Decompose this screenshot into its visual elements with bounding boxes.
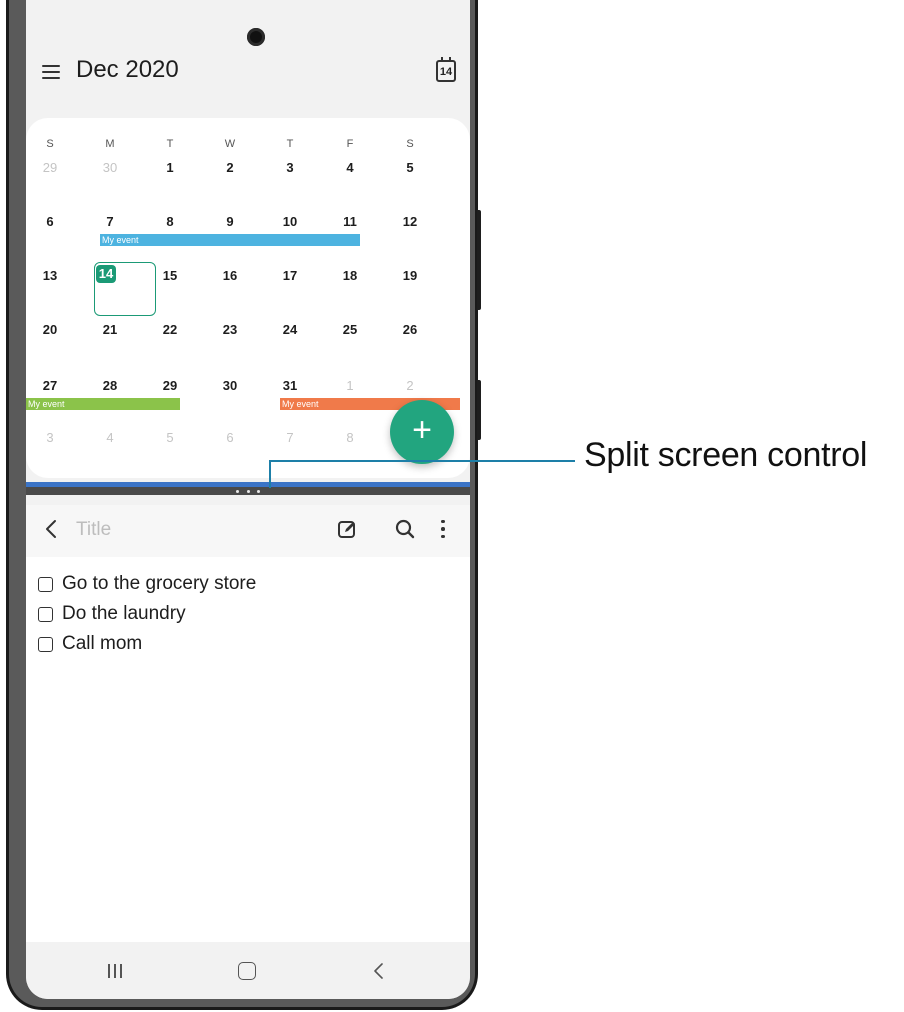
day-cell[interactable]: 10 — [270, 214, 310, 229]
day-cell[interactable]: 5 — [150, 430, 190, 445]
notes-toolbar — [26, 505, 470, 557]
day-cell[interactable]: 6 — [210, 430, 250, 445]
checkbox[interactable] — [38, 636, 53, 652]
day-cell[interactable]: 4 — [90, 430, 130, 445]
checklist-item[interactable]: Go to the grocery store — [38, 571, 256, 597]
day-cell[interactable]: 18 — [330, 268, 370, 283]
day-cell[interactable]: 1 — [330, 378, 370, 393]
day-cell[interactable]: 9 — [210, 214, 250, 229]
month-title[interactable]: Dec 2020 — [76, 56, 179, 84]
checklist-item-label[interactable]: Go to the grocery store — [62, 573, 256, 595]
day-cell[interactable]: 2 — [210, 160, 250, 175]
nav-back-icon[interactable] — [370, 960, 388, 982]
day-of-week-label: W — [224, 138, 236, 150]
edit-icon[interactable] — [336, 518, 358, 540]
day-cell[interactable]: 16 — [210, 268, 250, 283]
more-options-icon[interactable] — [438, 518, 448, 540]
checklist-item[interactable]: Do the laundry — [38, 601, 186, 627]
event-bar[interactable]: My event — [26, 398, 180, 410]
day-cell[interactable]: 28 — [90, 378, 130, 393]
day-cell[interactable]: 2 — [390, 378, 430, 393]
day-cell[interactable]: 22 — [150, 322, 190, 337]
calendar-header: Dec 2020 14 — [26, 52, 470, 96]
day-cell[interactable]: 6 — [30, 214, 70, 229]
checkbox[interactable] — [38, 606, 53, 622]
day-cell[interactable]: 30 — [210, 378, 250, 393]
front-camera — [247, 28, 265, 46]
week-row: 29 30 1 2 3 4 5 — [26, 160, 470, 214]
day-cell[interactable]: 7 — [90, 214, 130, 229]
split-screen-handle[interactable] — [233, 489, 263, 493]
callout-line-vertical — [269, 460, 271, 488]
day-cell[interactable]: 3 — [270, 160, 310, 175]
note-title-input[interactable] — [76, 517, 296, 543]
day-cell[interactable]: 29 — [30, 160, 70, 175]
navigation-bar — [26, 942, 470, 999]
day-cell[interactable]: 29 — [150, 378, 190, 393]
menu-icon[interactable] — [40, 62, 62, 82]
phone-screen: Dec 2020 14 SMTWTFS 14 29 30 1 2 3 4 5 6 7 8 9 10 11… — [26, 0, 470, 999]
day-of-week-label: T — [286, 138, 294, 150]
day-cell[interactable]: 23 — [210, 322, 250, 337]
day-of-week-label: S — [406, 138, 414, 150]
callout-line-horizontal — [269, 460, 575, 462]
day-cell[interactable]: 13 — [30, 268, 70, 283]
day-of-week-label: F — [346, 138, 354, 150]
day-of-week-label: T — [166, 138, 174, 150]
day-of-week-label: S — [46, 138, 54, 150]
week-row: 13 15 16 17 18 19 — [26, 268, 470, 322]
day-cell[interactable]: 26 — [390, 322, 430, 337]
week-row: 20 21 22 23 24 25 26 — [26, 322, 470, 376]
day-cell[interactable]: 21 — [90, 322, 130, 337]
day-of-week-row: SMTWTFS — [26, 138, 470, 154]
checklist-item[interactable]: Call mom — [38, 631, 142, 657]
day-cell[interactable]: 20 — [30, 322, 70, 337]
day-cell[interactable]: 3 — [30, 430, 70, 445]
day-cell[interactable]: 24 — [270, 322, 310, 337]
power-button — [477, 380, 481, 440]
home-icon[interactable] — [238, 962, 256, 980]
search-icon[interactable] — [394, 518, 416, 540]
recents-icon[interactable] — [108, 964, 122, 978]
day-cell[interactable]: 8 — [330, 430, 370, 445]
day-cell[interactable]: 5 — [390, 160, 430, 175]
day-cell[interactable]: 1 — [150, 160, 190, 175]
day-cell[interactable]: 25 — [330, 322, 370, 337]
note-body[interactable]: Go to the grocery store Do the laundry Cal… — [26, 557, 470, 942]
day-cell[interactable]: 8 — [150, 214, 190, 229]
day-of-week-label: M — [105, 138, 115, 150]
day-cell[interactable]: 15 — [150, 268, 190, 283]
day-cell[interactable]: 31 — [270, 378, 310, 393]
add-event-button[interactable]: + — [390, 400, 454, 464]
day-cell[interactable]: 7 — [270, 430, 310, 445]
day-cell[interactable]: 30 — [90, 160, 130, 175]
day-cell[interactable]: 12 — [390, 214, 430, 229]
day-cell[interactable]: 4 — [330, 160, 370, 175]
checklist-item-label[interactable]: Do the laundry — [62, 603, 186, 625]
day-cell[interactable]: 27 — [30, 378, 70, 393]
checkbox[interactable] — [38, 576, 53, 592]
volume-button — [477, 210, 481, 310]
day-cell[interactable]: 11 — [330, 214, 370, 229]
event-bar[interactable]: My event — [100, 234, 360, 246]
checklist-item-label[interactable]: Call mom — [62, 633, 142, 655]
today-calendar-icon[interactable]: 14 — [436, 57, 456, 82]
day-cell[interactable]: 19 — [390, 268, 430, 283]
callout-label: Split screen control — [584, 436, 868, 474]
back-icon[interactable] — [42, 517, 62, 541]
day-cell[interactable]: 17 — [270, 268, 310, 283]
